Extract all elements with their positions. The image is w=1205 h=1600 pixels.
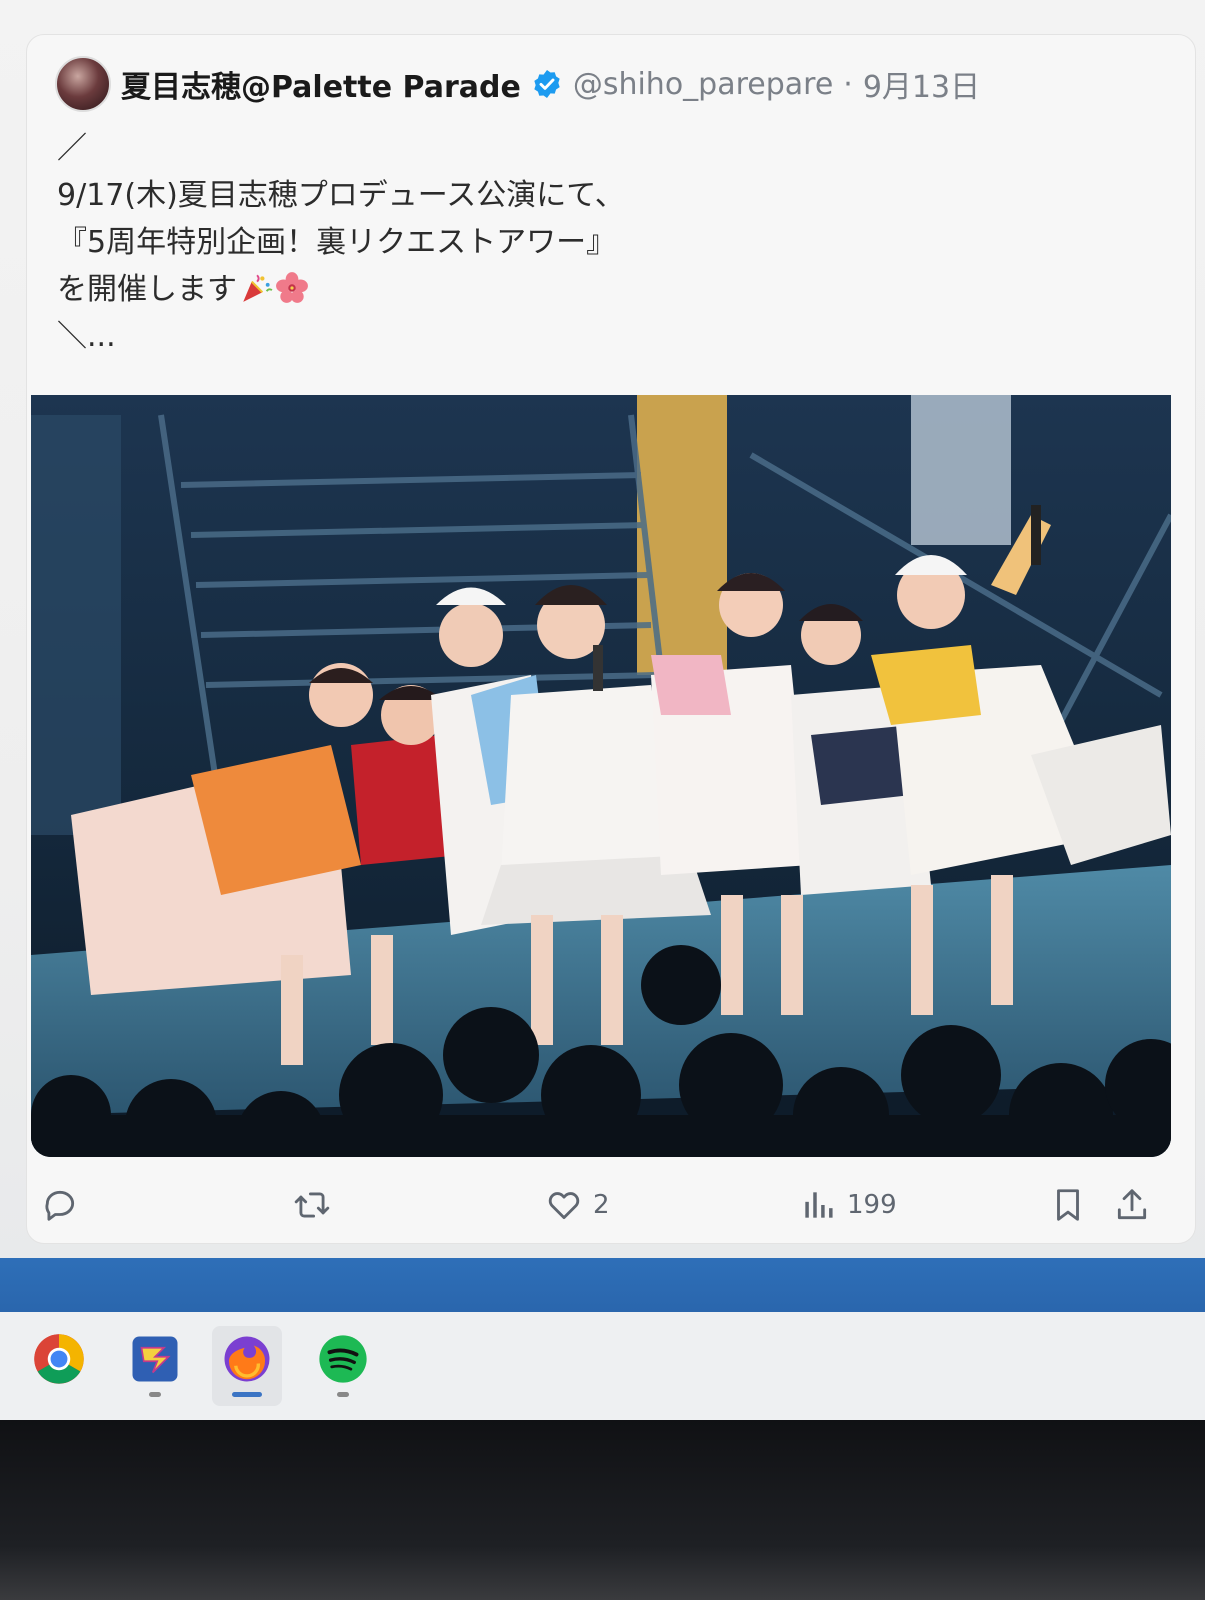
stage-photo xyxy=(31,395,1171,1157)
tweet-text-line: 『5周年特別企画！裏リクエストアワー』 xyxy=(57,225,617,260)
taskbar xyxy=(0,1312,1205,1420)
post-date[interactable]: 9月13日 xyxy=(863,62,980,106)
monitor-bezel xyxy=(0,1420,1205,1600)
chrome-icon xyxy=(34,1334,84,1384)
avatar[interactable] xyxy=(55,56,111,112)
tweet-text: ／ 9/17(木)夏目志穂プロデュース公演にて、 『5周年特別企画！裏リクエスト… xyxy=(57,125,1137,360)
firefox-icon xyxy=(224,1336,270,1382)
tweet-header: 夏目志穂@Palette Parade @shiho_parepare · 9月… xyxy=(55,55,980,113)
verified-badge-icon xyxy=(534,70,560,98)
party-popper-icon xyxy=(243,274,273,302)
views-button[interactable]: 199 xyxy=(799,1183,897,1227)
screen: 夏目志穂@Palette Parade @shiho_parepare · 9月… xyxy=(0,0,1205,1420)
taskbar-firefox[interactable] xyxy=(212,1326,282,1406)
bookmark-icon xyxy=(1057,1189,1079,1221)
tweet-text-line: ／ xyxy=(57,131,87,166)
tweet-text-segment: を開催します xyxy=(57,272,237,307)
bar-chart-icon xyxy=(805,1192,833,1218)
action-bar: 2 199 xyxy=(27,1175,1197,1235)
heart-icon xyxy=(548,1192,580,1220)
like-count: 2 xyxy=(593,1190,610,1220)
reply-button[interactable] xyxy=(41,1183,79,1227)
active-indicator xyxy=(232,1392,262,1397)
tweet-text-line-with-emoji: を開催します xyxy=(57,266,1137,313)
tweet-text-line: 9/17(木)夏目志穂プロデュース公演にて、 xyxy=(57,178,625,213)
hibiscus-icon xyxy=(276,272,308,303)
share-button[interactable] xyxy=(1113,1183,1151,1227)
tweet-photo[interactable] xyxy=(31,395,1171,1157)
taskbar-spotify[interactable] xyxy=(308,1326,378,1406)
spotify-icon xyxy=(319,1335,367,1383)
display-name[interactable]: 夏目志穂@Palette Parade xyxy=(121,62,521,106)
views-count: 199 xyxy=(847,1190,897,1220)
taskbar-app[interactable] xyxy=(120,1326,190,1406)
reply-icon xyxy=(45,1190,75,1221)
share-icon xyxy=(1117,1189,1147,1220)
running-indicator xyxy=(149,1392,161,1397)
app-icon xyxy=(132,1336,178,1382)
running-indicator xyxy=(337,1392,349,1397)
tweet-text-line: ＼... xyxy=(57,319,116,354)
taskbar-chrome[interactable] xyxy=(24,1326,94,1406)
separator: · xyxy=(843,66,853,102)
browser-bottom-band xyxy=(0,1258,1205,1312)
bookmark-button[interactable] xyxy=(1049,1183,1087,1227)
tweet-card[interactable]: 夏目志穂@Palette Parade @shiho_parepare · 9月… xyxy=(26,34,1196,1244)
handle[interactable]: @shiho_parepare xyxy=(573,67,833,102)
like-button[interactable]: 2 xyxy=(545,1183,610,1227)
retweet-icon xyxy=(294,1192,330,1218)
retweet-button[interactable] xyxy=(293,1183,331,1227)
